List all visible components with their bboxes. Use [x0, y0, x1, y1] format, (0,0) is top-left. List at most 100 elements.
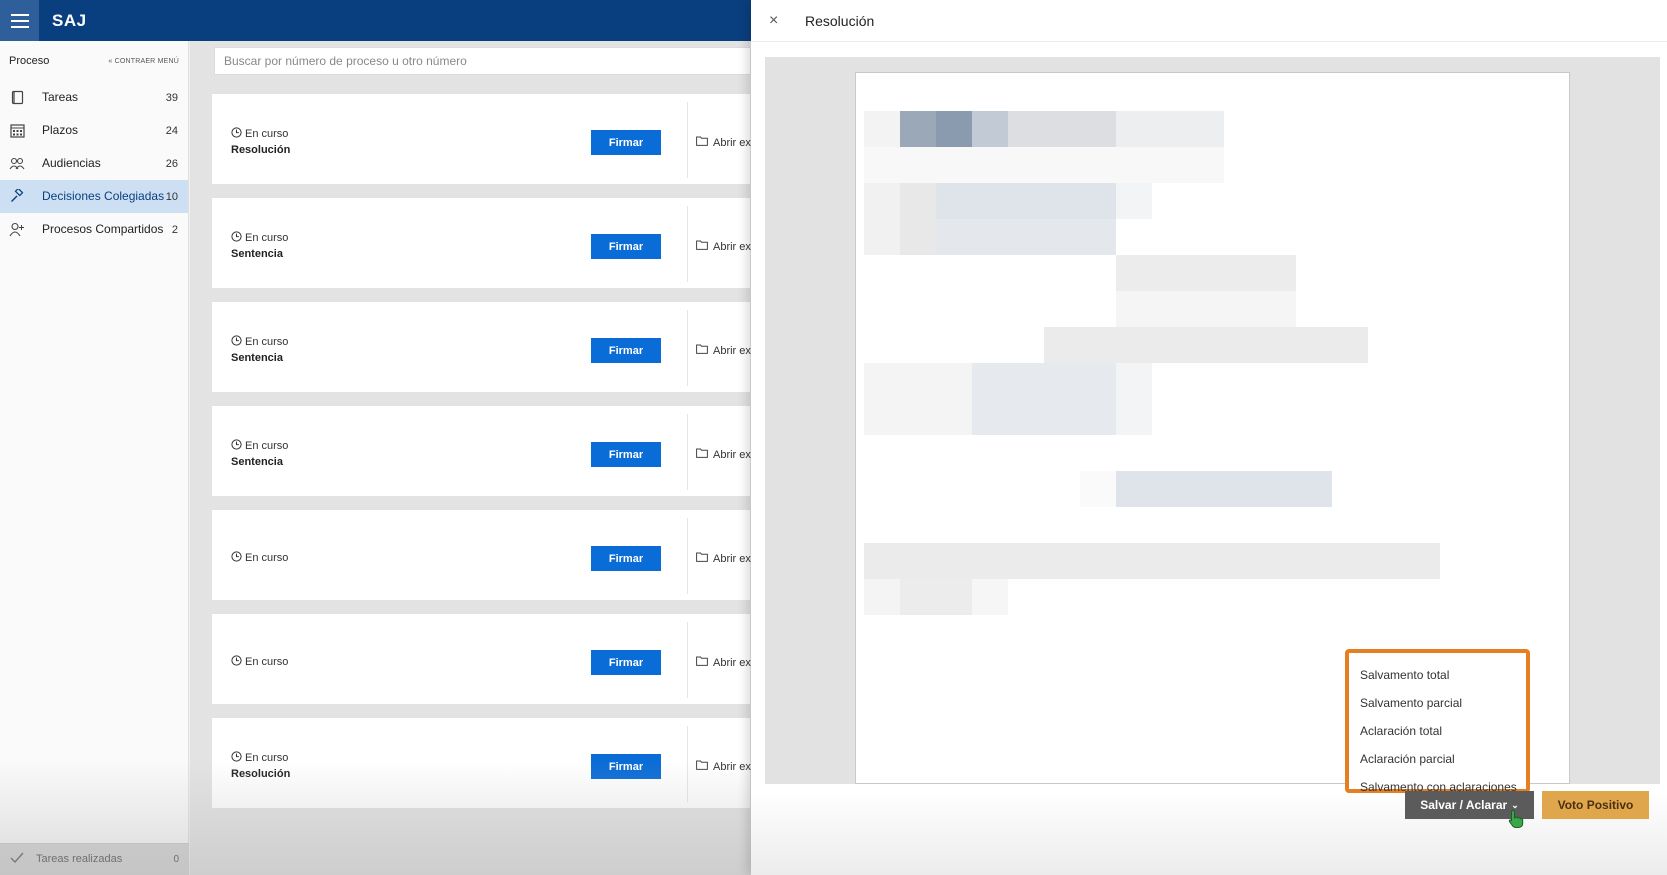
sidebar-footer-label: Tareas realizadas [36, 853, 123, 865]
option-salvamento-total[interactable]: Salvamento total [1349, 661, 1526, 689]
sidebar-item-count: 24 [165, 124, 178, 137]
redacted-block [864, 579, 900, 615]
sidebar-footer-tareas-realizadas[interactable]: Tareas realizadas 0 [0, 843, 189, 875]
close-icon[interactable]: × [769, 12, 785, 30]
abrir-expediente-link[interactable]: Abrir expediente [696, 760, 752, 773]
status-label: En curso [231, 751, 288, 765]
redacted-block [1008, 111, 1116, 147]
document-type: Resolución [231, 144, 291, 156]
option-aclaracion-total[interactable]: Aclaración total [1349, 717, 1526, 745]
panel-title: Resolución [805, 12, 875, 29]
abrir-expediente-link[interactable]: Abrir expediente [696, 656, 752, 669]
folder-icon [696, 552, 708, 565]
abrir-expediente-link[interactable]: Abrir expediente [696, 552, 752, 565]
redacted-block [864, 111, 900, 147]
divider [687, 102, 688, 178]
collapse-menu-button[interactable]: « CONTRAER MENÚ [108, 58, 179, 65]
divider [687, 414, 688, 490]
sidebar-header: Proceso « CONTRAER MENÚ [0, 41, 188, 81]
redacted-block [1116, 255, 1296, 291]
status-label: En curso [231, 655, 288, 669]
folder-icon [696, 760, 708, 773]
abrir-expediente-link[interactable]: Abrir expediente [696, 448, 752, 461]
redacted-block [1044, 327, 1368, 363]
abrir-expediente-link[interactable]: Abrir expediente [696, 344, 752, 357]
document-type: Sentencia [231, 352, 283, 364]
sidebar-item-tareas[interactable]: Tareas 39 [0, 81, 188, 114]
abrir-label: Abrir expediente [713, 240, 752, 253]
firmar-button[interactable]: Firmar [591, 754, 661, 779]
option-salvamento-parcial[interactable]: Salvamento parcial [1349, 689, 1526, 717]
firmar-button[interactable]: Firmar [591, 442, 661, 467]
folder-icon [696, 240, 708, 253]
sidebar-item-count: 39 [165, 91, 178, 104]
divider [687, 206, 688, 282]
salvar-aclarar-label: Salvar / Aclarar [1420, 798, 1508, 812]
sidebar-item-label: Procesos Compartidos [42, 222, 164, 236]
status-label: En curso [231, 439, 288, 453]
main-content: Buscar por número de proceso u otro núme… [190, 41, 752, 875]
folder-icon [696, 136, 708, 149]
redacted-block [864, 543, 1440, 579]
panel-header: × Resolución [751, 0, 1667, 42]
firmar-button[interactable]: Firmar [591, 130, 661, 155]
redacted-block [900, 111, 936, 147]
redacted-block [972, 111, 1008, 147]
redacted-block [864, 183, 900, 255]
sidebar-item-label: Audiencias [42, 156, 101, 170]
clock-icon [231, 655, 242, 669]
sidebar-item-plazos[interactable]: Plazos 24 [0, 114, 188, 147]
list-item: En curso Resolución Firmar Abrir expedie… [211, 717, 752, 809]
status-text: En curso [245, 656, 289, 668]
document-type: Sentencia [231, 456, 283, 468]
app-root: SAJ Proceso « CONTRAER MENÚ Tareas 39 Pl… [0, 0, 1667, 875]
redacted-block [936, 219, 1116, 255]
redacted-block [1116, 471, 1332, 507]
redacted-block [864, 147, 1224, 183]
clock-icon [231, 231, 242, 245]
menu-icon[interactable] [0, 0, 39, 41]
redacted-block [936, 183, 1116, 219]
status-label: En curso [231, 551, 288, 565]
abrir-expediente-link[interactable]: Abrir expediente [696, 240, 752, 253]
divider [687, 726, 688, 802]
document-type: Sentencia [231, 248, 283, 260]
firmar-button[interactable]: Firmar [591, 338, 661, 363]
app-brand: SAJ [52, 10, 87, 30]
clock-icon [231, 751, 242, 765]
abrir-expediente-link[interactable]: Abrir expediente [696, 136, 752, 149]
sidebar-item-label: Plazos [42, 123, 79, 137]
status-text: En curso [245, 552, 289, 564]
sidebar-item-audiencias[interactable]: Audiencias 26 [0, 147, 188, 180]
sidebar-item-procesos-compartidos[interactable]: Procesos Compartidos 2 [0, 213, 188, 246]
search-input[interactable]: Buscar por número de proceso u otro núme… [214, 47, 751, 75]
sidebar-item-count: 26 [165, 157, 178, 170]
folder-icon [696, 344, 708, 357]
redacted-block [1080, 471, 1116, 507]
redacted-block [972, 579, 1008, 615]
resolution-panel: × Resolución Salvamento total Salvamento… [751, 0, 1667, 875]
firmar-button[interactable]: Firmar [591, 234, 661, 259]
divider [687, 310, 688, 386]
firmar-button[interactable]: Firmar [591, 546, 661, 571]
clipboard-icon [9, 90, 25, 106]
salvar-aclarar-dropdown: Salvamento total Salvamento parcial Acla… [1345, 649, 1530, 794]
redacted-block [1116, 363, 1152, 435]
option-aclaracion-parcial[interactable]: Aclaración parcial [1349, 745, 1526, 773]
collapse-menu-label: CONTRAER MENÚ [114, 57, 179, 65]
redacted-block [1116, 291, 1296, 327]
sidebar-item-decisiones-colegiadas[interactable]: Decisiones Colegiadas 10 [0, 180, 188, 213]
status-label: En curso [231, 335, 288, 349]
firmar-button[interactable]: Firmar [591, 650, 661, 675]
clock-icon [231, 551, 242, 565]
hand-cursor-icon [1508, 809, 1524, 829]
abrir-label: Abrir expediente [713, 344, 752, 357]
people-icon [9, 156, 25, 172]
abrir-label: Abrir expediente [713, 552, 752, 565]
voto-positivo-button[interactable]: Voto Positivo [1542, 791, 1649, 819]
list-item: En curso Sentencia Firmar Abrir expedien… [211, 405, 752, 497]
list-item: En curso Sentencia Firmar Abrir expedien… [211, 301, 752, 393]
redacted-block [1116, 111, 1224, 147]
redacted-block [900, 183, 936, 255]
sidebar-item-count: 2 [171, 223, 178, 236]
